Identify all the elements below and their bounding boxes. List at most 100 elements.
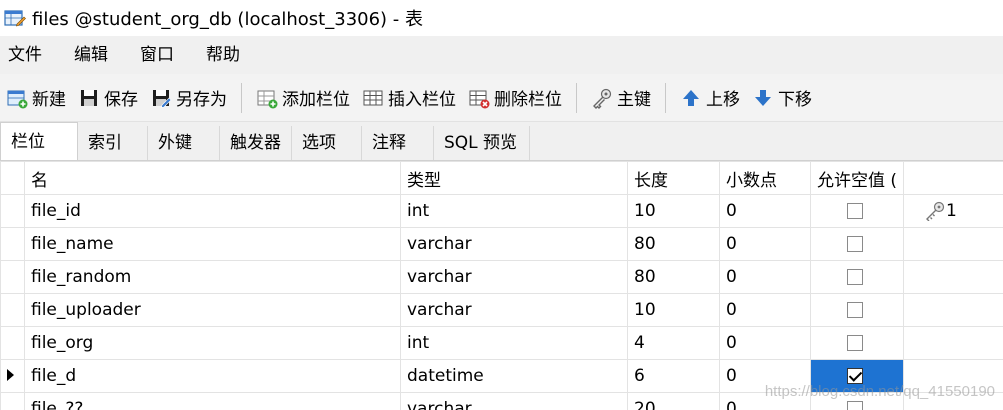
fields-grid: 名 类型 长度 小数点 允许空值 ( file_id int 10 0 1 fi… bbox=[0, 160, 1003, 410]
field-name-cell[interactable]: file_id bbox=[24, 194, 401, 228]
field-type-cell[interactable]: varchar bbox=[400, 392, 628, 410]
key-icon bbox=[924, 201, 946, 222]
toolbar-separator bbox=[665, 82, 666, 113]
field-key-cell[interactable]: 1 bbox=[903, 194, 1003, 228]
nullable-checkbox[interactable] bbox=[847, 203, 863, 219]
arrow-up-icon bbox=[680, 87, 702, 109]
window-title: files @student_org_db (localhost_3306) -… bbox=[32, 9, 424, 30]
table-designer-icon bbox=[4, 9, 26, 27]
move-up-button[interactable]: 上移 bbox=[674, 78, 746, 118]
column-header-name[interactable]: 名 bbox=[24, 161, 401, 195]
field-name-cell[interactable]: file_d bbox=[24, 359, 401, 393]
save-as-button[interactable]: 另存为 bbox=[144, 78, 233, 118]
menu-help[interactable]: 帮助 bbox=[198, 36, 264, 74]
field-name-cell[interactable]: file_org bbox=[24, 326, 401, 360]
field-key-cell[interactable] bbox=[903, 326, 1003, 360]
toolbar: 新建 保存 另存为 添加栏位 插入栏位 删除栏位 主键 上移 下移 bbox=[0, 74, 1003, 122]
tab-indexes[interactable]: 索引 bbox=[78, 126, 148, 160]
save-button-label: 保存 bbox=[104, 90, 138, 110]
field-nullable-cell[interactable] bbox=[810, 227, 904, 261]
add-field-icon bbox=[256, 87, 278, 109]
primary-key-indicator: 1 bbox=[910, 201, 1003, 222]
field-key-cell[interactable] bbox=[903, 260, 1003, 294]
new-button-label: 新建 bbox=[32, 90, 66, 110]
delete-field-button[interactable]: 删除栏位 bbox=[462, 78, 568, 118]
add-field-button[interactable]: 添加栏位 bbox=[250, 78, 356, 118]
nullable-checkbox[interactable] bbox=[847, 269, 863, 285]
insert-field-icon bbox=[362, 87, 384, 109]
add-field-label: 添加栏位 bbox=[282, 90, 350, 110]
tab-options[interactable]: 选项 bbox=[292, 126, 362, 160]
field-nullable-cell[interactable] bbox=[810, 326, 904, 360]
table-row[interactable]: file_uploader varchar 10 0 bbox=[0, 293, 1003, 327]
nullable-checkbox[interactable] bbox=[847, 236, 863, 252]
field-name-cell[interactable]: file_?? bbox=[24, 392, 401, 410]
menu-edit[interactable]: 编辑 bbox=[66, 36, 132, 74]
key-icon bbox=[591, 87, 613, 109]
save-as-icon bbox=[150, 87, 172, 109]
nullable-checkbox-checked[interactable] bbox=[847, 368, 863, 384]
column-header-nullable[interactable]: 允许空值 ( bbox=[810, 161, 904, 195]
field-length-cell[interactable]: 4 bbox=[627, 326, 720, 360]
field-decimals-cell[interactable]: 0 bbox=[719, 326, 811, 360]
new-button[interactable]: 新建 bbox=[0, 78, 72, 118]
field-nullable-cell[interactable] bbox=[810, 260, 904, 294]
field-length-cell[interactable]: 10 bbox=[627, 194, 720, 228]
field-name-cell[interactable]: file_name bbox=[24, 227, 401, 261]
tab-triggers[interactable]: 触发器 bbox=[220, 126, 292, 160]
nullable-checkbox[interactable] bbox=[847, 335, 863, 351]
move-down-button[interactable]: 下移 bbox=[746, 78, 818, 118]
row-selector[interactable] bbox=[0, 359, 25, 393]
field-type-cell[interactable]: int bbox=[400, 194, 628, 228]
menu-window[interactable]: 窗口 bbox=[132, 36, 198, 74]
menu-file[interactable]: 文件 bbox=[0, 36, 66, 74]
table-row[interactable]: file_name varchar 80 0 bbox=[0, 227, 1003, 261]
field-length-cell[interactable]: 80 bbox=[627, 227, 720, 261]
row-selector[interactable] bbox=[0, 392, 25, 410]
field-decimals-cell[interactable]: 0 bbox=[719, 260, 811, 294]
nullable-checkbox[interactable] bbox=[847, 302, 863, 318]
column-header-decimals[interactable]: 小数点 bbox=[719, 161, 811, 195]
tab-comments[interactable]: 注释 bbox=[362, 126, 434, 160]
field-decimals-cell[interactable]: 0 bbox=[719, 293, 811, 327]
field-type-cell[interactable]: int bbox=[400, 326, 628, 360]
field-name-cell[interactable]: file_random bbox=[24, 260, 401, 294]
tab-foreign-keys[interactable]: 外键 bbox=[148, 126, 220, 160]
save-button[interactable]: 保存 bbox=[72, 78, 144, 118]
field-type-cell[interactable]: datetime bbox=[400, 359, 628, 393]
save-as-button-label: 另存为 bbox=[176, 90, 227, 110]
row-selector[interactable] bbox=[0, 260, 25, 294]
field-name-cell[interactable]: file_uploader bbox=[24, 293, 401, 327]
row-selector[interactable] bbox=[0, 293, 25, 327]
tab-fields[interactable]: 栏位 bbox=[0, 122, 78, 160]
table-row[interactable]: file_org int 4 0 bbox=[0, 326, 1003, 360]
field-nullable-cell[interactable] bbox=[810, 293, 904, 327]
field-decimals-cell[interactable]: 0 bbox=[719, 227, 811, 261]
field-type-cell[interactable]: varchar bbox=[400, 293, 628, 327]
primary-key-button[interactable]: 主键 bbox=[585, 78, 657, 118]
insert-field-button[interactable]: 插入栏位 bbox=[356, 78, 462, 118]
row-selector[interactable] bbox=[0, 227, 25, 261]
row-header-corner bbox=[0, 161, 25, 195]
nullable-checkbox[interactable] bbox=[847, 401, 863, 410]
row-selector[interactable] bbox=[0, 326, 25, 360]
table-header-row: 名 类型 长度 小数点 允许空值 ( bbox=[0, 161, 1003, 195]
field-type-cell[interactable]: varchar bbox=[400, 227, 628, 261]
move-up-label: 上移 bbox=[706, 90, 740, 110]
table-row[interactable]: file_id int 10 0 1 bbox=[0, 194, 1003, 228]
field-length-cell[interactable]: 20 bbox=[627, 392, 720, 410]
field-type-cell[interactable]: varchar bbox=[400, 260, 628, 294]
row-selector[interactable] bbox=[0, 194, 25, 228]
column-header-type[interactable]: 类型 bbox=[400, 161, 628, 195]
field-nullable-cell[interactable] bbox=[810, 194, 904, 228]
field-length-cell[interactable]: 10 bbox=[627, 293, 720, 327]
field-length-cell[interactable]: 80 bbox=[627, 260, 720, 294]
move-down-label: 下移 bbox=[778, 90, 812, 110]
column-header-length[interactable]: 长度 bbox=[627, 161, 720, 195]
field-length-cell[interactable]: 6 bbox=[627, 359, 720, 393]
table-row[interactable]: file_random varchar 80 0 bbox=[0, 260, 1003, 294]
field-decimals-cell[interactable]: 0 bbox=[719, 194, 811, 228]
field-key-cell[interactable] bbox=[903, 227, 1003, 261]
tab-sql-preview[interactable]: SQL 预览 bbox=[434, 126, 530, 160]
field-key-cell[interactable] bbox=[903, 293, 1003, 327]
